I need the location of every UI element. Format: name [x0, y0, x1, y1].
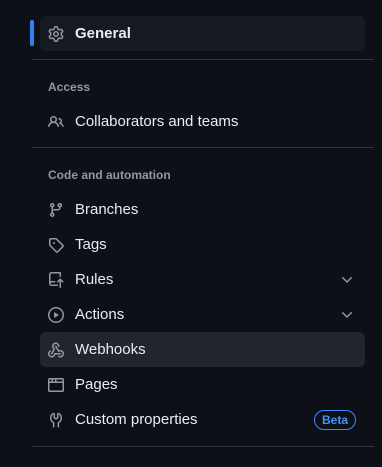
people-icon	[48, 114, 64, 130]
settings-sidebar: General Access Collaborators and teams C…	[0, 0, 382, 467]
sidebar-item-label: Branches	[75, 201, 139, 218]
sidebar-item-webhooks[interactable]: Webhooks	[40, 332, 365, 367]
sidebar-item-tags[interactable]: Tags	[40, 227, 365, 262]
divider	[32, 147, 374, 148]
sidebar-item-general[interactable]: General	[40, 16, 365, 51]
active-indicator	[30, 20, 34, 46]
sidebar-item-label: Actions	[75, 306, 125, 323]
sidebar-item-label: General	[75, 25, 131, 42]
sidebar-item-label: Pages	[75, 376, 118, 393]
sidebar-item-actions[interactable]: Actions	[40, 297, 365, 332]
divider	[32, 446, 374, 447]
chevron-down-icon[interactable]	[339, 272, 355, 288]
beta-badge: Beta	[313, 410, 356, 430]
sidebar-item-rules[interactable]: Rules	[40, 262, 365, 297]
sidebar-item-collaborators[interactable]: Collaborators and teams	[40, 104, 365, 139]
sidebar-item-branches[interactable]: Branches	[40, 192, 365, 227]
tag-icon	[48, 237, 64, 253]
repo-push-icon	[48, 272, 64, 288]
sidebar-item-pages[interactable]: Pages	[40, 367, 365, 402]
sidebar-item-label: Custom properties	[75, 411, 198, 428]
sidebar-item-label: Collaborators and teams	[75, 113, 239, 130]
play-icon	[48, 307, 64, 323]
sidebar-item-label: Tags	[75, 236, 107, 253]
chevron-down-icon[interactable]	[339, 307, 355, 323]
sidebar-item-label: Webhooks	[75, 341, 146, 358]
sidebar-item-custom-properties[interactable]: Custom properties Beta	[40, 402, 365, 437]
section-title-access: Access	[48, 80, 91, 94]
section-title-code-automation: Code and automation	[48, 168, 171, 182]
gear-icon	[48, 26, 64, 42]
git-branch-icon	[48, 202, 64, 218]
divider	[32, 59, 374, 60]
note-icon	[48, 412, 64, 428]
browser-icon	[48, 377, 64, 393]
webhook-icon	[48, 342, 64, 358]
sidebar-item-label: Rules	[75, 271, 114, 288]
